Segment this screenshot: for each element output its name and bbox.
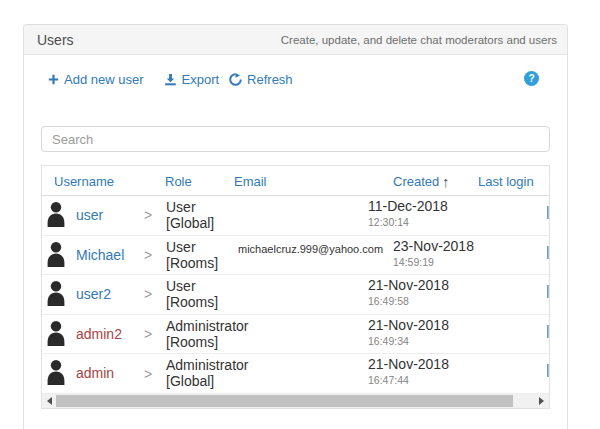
role-name: Administrator — [166, 318, 248, 334]
role-scope: [Rooms] — [166, 255, 218, 271]
username-link[interactable]: user — [76, 207, 103, 223]
column-header-email[interactable]: Email — [234, 173, 267, 188]
action-button-clipped[interactable] — [547, 325, 549, 338]
role-cell: Administrator [Global] — [166, 357, 248, 389]
created-cell: 21-Nov-2018 16:49:34 — [368, 317, 449, 347]
panel-subtitle: Create, update, and delete chat moderato… — [281, 34, 557, 46]
column-header-last-login[interactable]: Last login — [478, 173, 534, 188]
created-cell: 21-Nov-2018 16:49:58 — [368, 277, 449, 307]
users-table: Username Role Email Created ↑ Last login… — [41, 165, 550, 409]
created-cell: 23-Nov-2018 14:59:19 — [393, 238, 474, 268]
table-row[interactable]: Michael > User [Rooms] michaelcruz.999@y… — [42, 236, 549, 276]
column-header-username[interactable]: Username — [54, 173, 114, 188]
email-cell: michaelcruz.999@yahoo.com — [238, 241, 383, 257]
user-avatar-icon — [46, 359, 66, 385]
created-cell: 21-Nov-2018 16:47:44 — [368, 356, 449, 386]
created-date: 21-Nov-2018 — [368, 356, 449, 372]
export-icon — [164, 73, 177, 86]
scrollbar-right-arrow-icon[interactable] — [539, 397, 544, 405]
action-button-clipped[interactable] — [547, 364, 549, 377]
sort-ascending-icon[interactable]: ↑ — [442, 172, 450, 189]
created-date: 11-Dec-2018 — [368, 198, 448, 214]
user-avatar-icon — [46, 320, 66, 346]
username-link[interactable]: admin — [76, 365, 114, 381]
export-label: Export — [182, 72, 220, 87]
search-input[interactable] — [41, 126, 550, 152]
column-header-role[interactable]: Role — [165, 173, 192, 188]
role-scope: [Rooms] — [166, 334, 248, 350]
username-link[interactable]: user2 — [76, 286, 111, 302]
help-icon[interactable]: ? — [524, 71, 539, 86]
created-cell: 11-Dec-2018 12:30:14 — [368, 198, 448, 228]
expand-chevron-icon[interactable]: > — [144, 286, 152, 302]
role-cell: User [Global] — [166, 199, 214, 231]
created-time: 16:49:34 — [368, 335, 449, 347]
panel-heading: Users Create, update, and delete chat mo… — [24, 25, 567, 55]
user-avatar-icon — [46, 241, 66, 267]
refresh-icon — [229, 73, 242, 86]
users-panel: Users Create, update, and delete chat mo… — [23, 24, 568, 429]
export-button[interactable]: Export — [164, 72, 220, 87]
table-row[interactable]: user2 > User [Rooms] 21-Nov-2018 16:49:5… — [42, 275, 549, 315]
add-new-user-button[interactable]: Add new user — [48, 72, 144, 87]
table-row[interactable]: user > User [Global] 11-Dec-2018 12:30:1… — [42, 196, 549, 236]
role-cell: User [Rooms] — [166, 239, 218, 271]
expand-chevron-icon[interactable]: > — [144, 247, 152, 263]
role-name: Administrator — [166, 357, 248, 373]
created-time: 14:59:19 — [393, 256, 474, 268]
expand-chevron-icon[interactable]: > — [144, 326, 152, 342]
role-scope: [Global] — [166, 373, 248, 389]
role-scope: [Global] — [166, 215, 214, 231]
table-body: user > User [Global] 11-Dec-2018 12:30:1… — [42, 196, 549, 394]
created-time: 16:47:44 — [368, 374, 449, 386]
action-button-clipped[interactable] — [547, 246, 549, 259]
horizontal-scrollbar[interactable] — [42, 394, 549, 408]
created-date: 23-Nov-2018 — [393, 238, 474, 254]
role-cell: User [Rooms] — [166, 278, 218, 310]
column-header-created[interactable]: Created — [393, 173, 439, 188]
username-link[interactable]: Michael — [76, 247, 124, 263]
add-new-user-label: Add new user — [64, 72, 144, 87]
plus-icon — [48, 74, 59, 85]
expand-chevron-icon[interactable]: > — [144, 366, 152, 382]
user-avatar-icon — [46, 201, 66, 227]
table-header-row: Username Role Email Created ↑ Last login — [42, 166, 549, 196]
created-time: 16:49:58 — [368, 295, 449, 307]
table-row[interactable]: admin2 > Administrator [Rooms] 21-Nov-20… — [42, 315, 549, 355]
created-time: 12:30:14 — [368, 216, 448, 228]
action-button-clipped[interactable] — [547, 206, 549, 219]
scrollbar-left-arrow-icon[interactable] — [47, 397, 52, 405]
table-row[interactable]: admin > Administrator [Global] 21-Nov-20… — [42, 354, 549, 394]
refresh-button[interactable]: Refresh — [229, 72, 293, 87]
role-scope: [Rooms] — [166, 294, 218, 310]
refresh-label: Refresh — [247, 72, 293, 87]
page-title: Users — [37, 32, 74, 48]
scrollbar-thumb[interactable] — [56, 395, 513, 407]
role-name: User — [166, 278, 218, 294]
created-date: 21-Nov-2018 — [368, 277, 449, 293]
username-link[interactable]: admin2 — [76, 326, 122, 342]
toolbar: Add new user Export Refresh — [48, 69, 293, 89]
user-avatar-icon — [46, 280, 66, 306]
action-button-clipped[interactable] — [547, 285, 549, 298]
role-name: User — [166, 199, 214, 215]
role-cell: Administrator [Rooms] — [166, 318, 248, 350]
expand-chevron-icon[interactable]: > — [144, 207, 152, 223]
role-name: User — [166, 239, 218, 255]
created-date: 21-Nov-2018 — [368, 317, 449, 333]
